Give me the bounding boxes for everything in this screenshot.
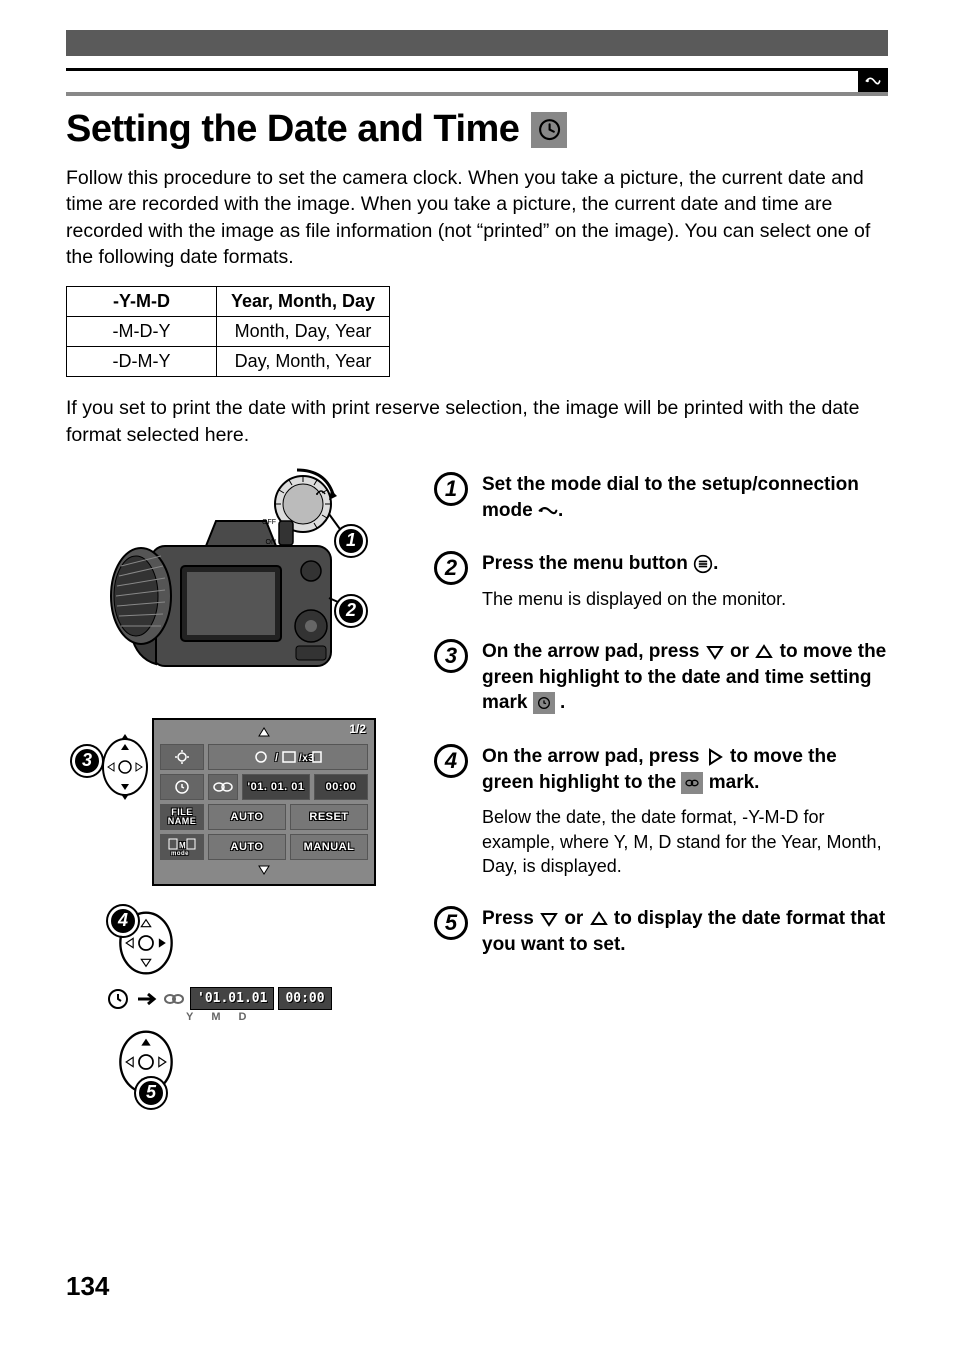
menu-link-icon bbox=[208, 774, 238, 800]
ymd-labels: Y M D bbox=[186, 1011, 366, 1023]
menu-time-value: 00:00 bbox=[314, 774, 368, 800]
callout-2: 2 bbox=[336, 596, 366, 626]
svg-text:/: / bbox=[275, 752, 279, 764]
table-row: -Y-M-D Year, Month, Day bbox=[67, 287, 390, 317]
format-desc: Year, Month, Day bbox=[217, 287, 390, 317]
step-subtext: The menu is displayed on the monitor. bbox=[482, 587, 888, 611]
menu-mode-label: Mmode bbox=[160, 834, 204, 860]
step-1: 1 Set the mode dial to the setup/connect… bbox=[434, 472, 888, 523]
up-arrow-icon bbox=[589, 909, 609, 929]
step-title: Press or to display the date format that… bbox=[482, 906, 888, 957]
time-segment: 00:00 bbox=[278, 987, 331, 1010]
step-number-icon: 4 bbox=[434, 744, 468, 778]
date-format-table: -Y-M-D Year, Month, Day -M-D-Y Month, Da… bbox=[66, 286, 390, 377]
header-dark-bar bbox=[66, 30, 888, 56]
page-title: Setting the Date and Time bbox=[66, 108, 888, 151]
camera-illustration: OFF ON 1 2 bbox=[101, 466, 371, 696]
menu-view-icons: / /x3 bbox=[208, 744, 368, 770]
format-desc: Day, Month, Year bbox=[217, 347, 390, 377]
format-code: -Y-M-D bbox=[67, 287, 217, 317]
svg-text:/x3: /x3 bbox=[299, 753, 314, 764]
clock-mark-icon bbox=[533, 692, 555, 714]
callout-4: 4 bbox=[108, 906, 138, 936]
menu-footer-arrow bbox=[160, 864, 368, 878]
step-number-icon: 2 bbox=[434, 551, 468, 585]
link-icon bbox=[164, 989, 184, 1009]
menu-manual-value: MANUAL bbox=[290, 834, 368, 860]
down-arrow-icon bbox=[539, 909, 559, 929]
step-title: Set the mode dial to the setup/connectio… bbox=[482, 472, 888, 523]
step-number-icon: 5 bbox=[434, 906, 468, 940]
page-title-text: Setting the Date and Time bbox=[66, 108, 519, 151]
step-number-icon: 3 bbox=[434, 639, 468, 673]
menu-button-icon bbox=[693, 554, 713, 574]
table-row: -D-M-Y Day, Month, Year bbox=[67, 347, 390, 377]
header-midrule bbox=[66, 92, 888, 96]
menu-reset-value: RESET bbox=[290, 804, 368, 830]
menu-page-indicator: 1/2 bbox=[349, 722, 366, 736]
date-segment: '01.01.01 bbox=[190, 987, 274, 1010]
setup-mode-icon bbox=[538, 501, 558, 521]
menu-auto-value-2: AUTO bbox=[208, 834, 286, 860]
step-number-icon: 1 bbox=[434, 472, 468, 506]
step-3: 3 On the arrow pad, press or to move the… bbox=[434, 639, 888, 716]
step-title: On the arrow pad, press to move the gree… bbox=[482, 744, 888, 795]
down-arrow-icon bbox=[705, 642, 725, 662]
menu-header-arrow bbox=[160, 726, 368, 740]
callout-1: 1 bbox=[336, 526, 366, 556]
svg-text:M: M bbox=[179, 841, 186, 850]
date-setting-illustration: 4 '01.01.01 bbox=[106, 908, 366, 1102]
setup-mode-tab-icon bbox=[858, 70, 888, 92]
menu-screen-illustration: 3 1/2 bbox=[96, 718, 376, 886]
menu-date-value: '01. 01. 01 bbox=[242, 774, 310, 800]
intro-paragraph: Follow this procedure to set the camera … bbox=[66, 165, 888, 270]
callout-5: 5 bbox=[136, 1078, 166, 1108]
menu-clock-icon bbox=[160, 774, 204, 800]
link-mark-icon bbox=[681, 772, 703, 794]
right-arrow-icon bbox=[705, 747, 725, 767]
svg-text:OFF: OFF bbox=[262, 519, 276, 526]
callout-3: 3 bbox=[72, 746, 102, 776]
right-arrow-icon bbox=[136, 991, 158, 1007]
table-row: -M-D-Y Month, Day, Year bbox=[67, 317, 390, 347]
format-code: -D-M-Y bbox=[67, 347, 217, 377]
step-4: 4 On the arrow pad, press to move the gr… bbox=[434, 744, 888, 878]
svg-text:ON: ON bbox=[266, 539, 277, 546]
menu-filename-label: FILE NAME bbox=[160, 804, 204, 830]
menu-brightness-icon bbox=[160, 744, 204, 770]
up-arrow-icon bbox=[754, 642, 774, 662]
step-5: 5 Press or to display the date format th… bbox=[434, 906, 888, 957]
format-code: -M-D-Y bbox=[67, 317, 217, 347]
page-number: 134 bbox=[66, 1271, 109, 1302]
step-subtext: Below the date, the date format, -Y-M-D … bbox=[482, 805, 888, 878]
step-title: On the arrow pad, press or to move the g… bbox=[482, 639, 888, 716]
clock-icon bbox=[531, 112, 567, 148]
svg-text:mode: mode bbox=[171, 851, 189, 856]
step-2: 2 Press the menu button . The menu is di… bbox=[434, 551, 888, 611]
step-title: Press the menu button . bbox=[482, 551, 888, 577]
header-rule bbox=[66, 68, 888, 71]
clock-icon bbox=[106, 987, 130, 1011]
note-paragraph: If you set to print the date with print … bbox=[66, 395, 888, 448]
format-desc: Month, Day, Year bbox=[217, 317, 390, 347]
menu-auto-value: AUTO bbox=[208, 804, 286, 830]
